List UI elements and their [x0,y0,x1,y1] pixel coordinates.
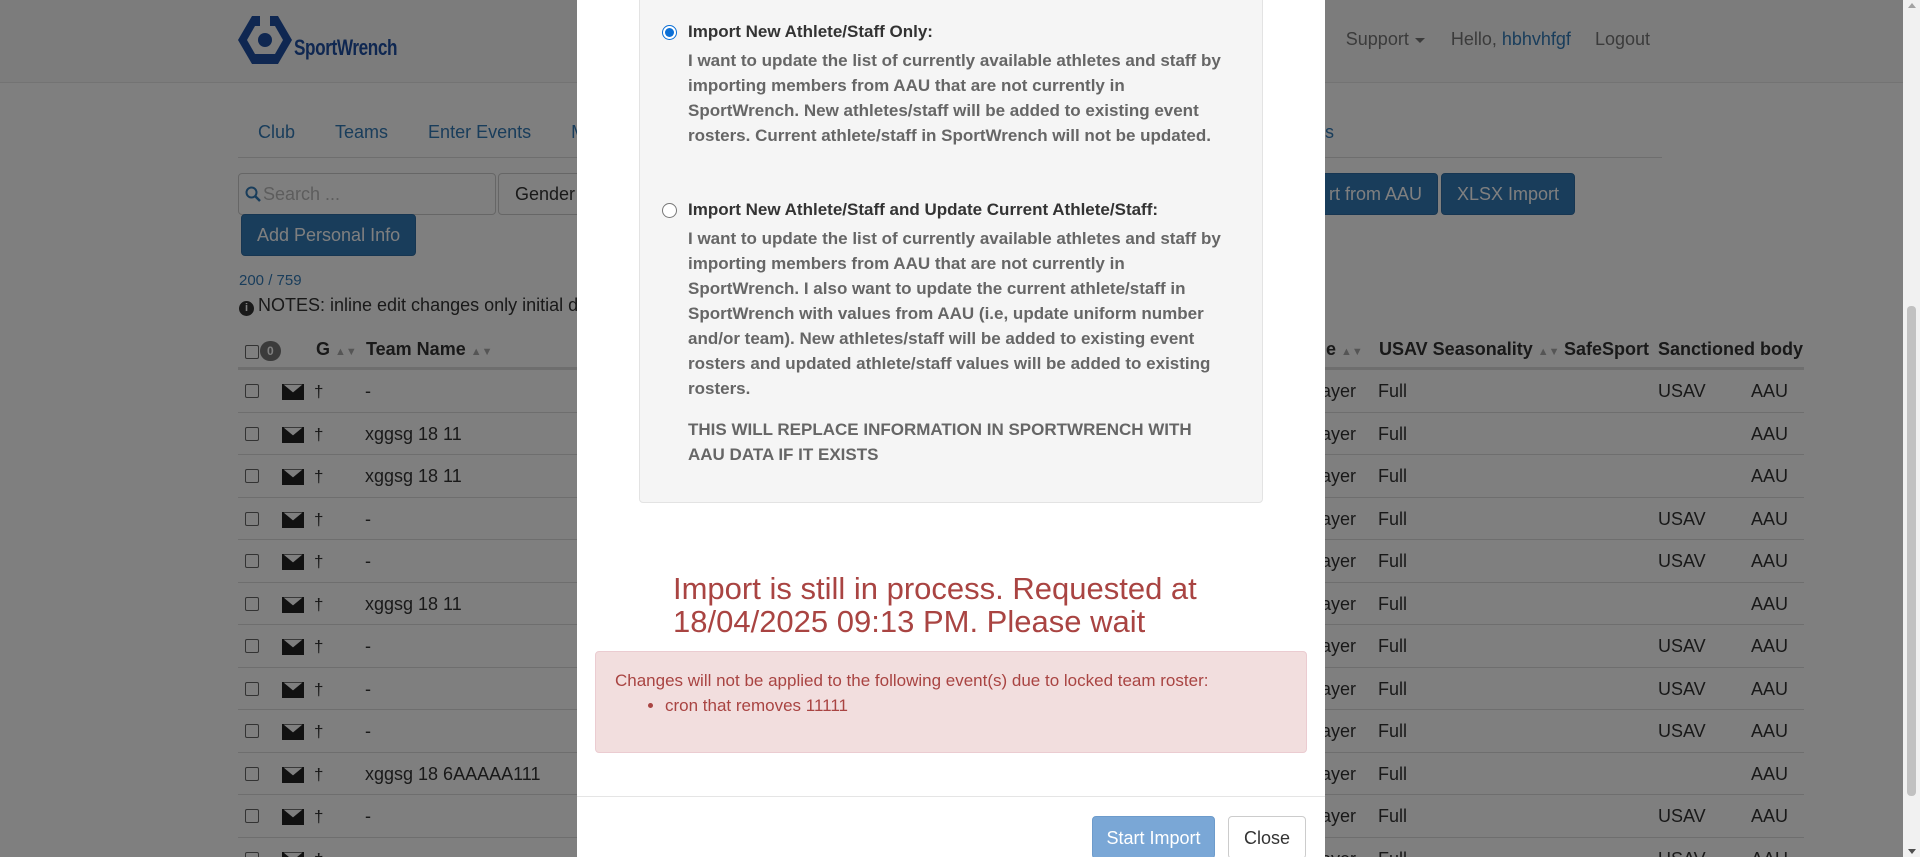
start-import-button[interactable]: Start Import [1092,816,1215,857]
modal-footer-divider [577,796,1325,797]
import-options-panel: Import New Athlete/Staff Only: I want to… [639,0,1263,503]
radio-new-and-update[interactable] [662,203,677,218]
scroll-up-arrow-icon[interactable] [1908,3,1916,8]
close-button[interactable]: Close [1228,816,1306,857]
replace-warning: THIS WILL REPLACE INFORMATION IN SPORTWR… [688,420,1192,464]
list-item: cron that removes 11111 [665,695,1287,717]
option-new-and-update: Import New Athlete/Staff and Update Curr… [662,200,1228,401]
scrollbar-thumb[interactable] [1907,306,1916,796]
option-new-only-label[interactable]: Import New Athlete/Staff Only: [662,22,1228,42]
locked-roster-alert: Changes will not be applied to the follo… [595,651,1307,753]
import-process-message: Import is still in process. Requested at… [673,571,1197,639]
locked-events-list: cron that removes 11111 [665,695,1287,717]
alert-text: Changes will not be applied to the follo… [615,671,1209,690]
option-new-only-desc: I want to update the list of currently a… [688,51,1221,145]
option-new-and-update-title: Import New Athlete/Staff and Update Curr… [688,200,1159,219]
option-new-and-update-desc: I want to update the list of currently a… [688,229,1221,398]
option-new-only-title: Import New Athlete/Staff Only: [688,22,933,41]
scroll-down-arrow-icon[interactable] [1908,849,1916,854]
option-new-and-update-label[interactable]: Import New Athlete/Staff and Update Curr… [662,200,1228,220]
import-modal: Import New Athlete/Staff Only: I want to… [577,0,1325,857]
option-new-only: Import New Athlete/Staff Only: I want to… [662,22,1228,148]
page-scrollbar[interactable] [1903,0,1920,857]
radio-new-only[interactable] [662,25,677,40]
